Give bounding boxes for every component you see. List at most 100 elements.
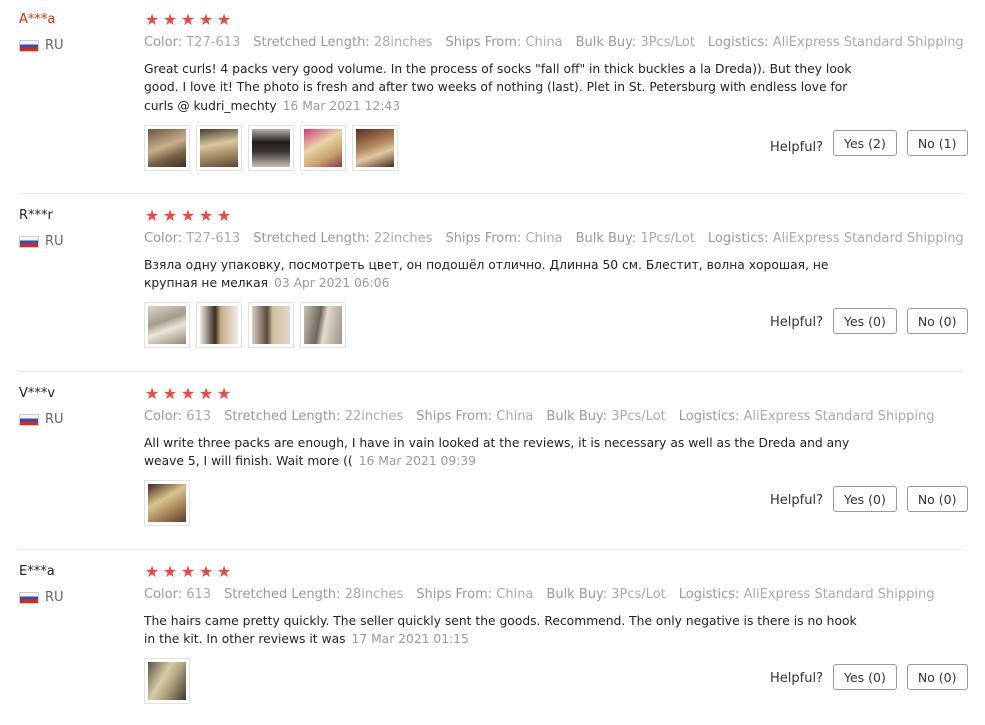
review-text: Great curls! 4 packs very good volume. I… bbox=[144, 60, 864, 115]
reviewer-country: RU bbox=[19, 590, 64, 605]
attr-logistics: Logistics: AliExpress Standard Shipping bbox=[679, 409, 935, 424]
attr-value: 613 bbox=[186, 409, 212, 424]
attr-ships-from: Ships From: China bbox=[416, 587, 533, 602]
star-icon: ★ bbox=[198, 384, 214, 403]
star-icon: ★ bbox=[198, 562, 214, 581]
star-icon: ★ bbox=[162, 10, 178, 29]
helpful-label: Helpful? bbox=[770, 314, 823, 330]
attr-label: Logistics: bbox=[678, 409, 740, 424]
star-icon: ★ bbox=[144, 206, 160, 225]
review-photo-thumbnail[interactable] bbox=[196, 125, 242, 171]
attr-label: Color: bbox=[144, 35, 183, 50]
star-icon: ★ bbox=[180, 206, 196, 225]
order-attributes: Color: T27-613 Stretched Length: 22inche… bbox=[144, 231, 977, 246]
star-icon: ★ bbox=[144, 10, 160, 29]
review-photo-thumbnail[interactable] bbox=[144, 480, 190, 526]
attr-stretched-length: Stretched Length: 28inches bbox=[224, 587, 403, 602]
review-photo-thumbnail[interactable] bbox=[248, 302, 294, 348]
attr-value: 3Pcs/Lot bbox=[640, 35, 695, 50]
star-icon: ★ bbox=[144, 384, 160, 403]
attr-label: Logistics: bbox=[707, 35, 769, 50]
reviewer-name: A***a bbox=[19, 12, 56, 27]
helpful-yes-button[interactable]: Yes (0) bbox=[832, 308, 897, 334]
review-photo-thumbnail[interactable] bbox=[300, 125, 346, 171]
review-divider bbox=[18, 549, 964, 550]
helpful-votes: Helpful? Yes (0) No (0) bbox=[770, 486, 968, 512]
helpful-label: Helpful? bbox=[770, 670, 823, 686]
attr-label: Stretched Length: bbox=[253, 35, 370, 50]
review-photo-thumbnail[interactable] bbox=[300, 302, 346, 348]
attr-value: 28inches bbox=[344, 587, 404, 602]
attr-label: Ships From: bbox=[445, 231, 522, 246]
attr-value: China bbox=[525, 231, 563, 246]
helpful-no-button[interactable]: No (0) bbox=[906, 664, 968, 690]
russia-flag-icon bbox=[19, 235, 39, 248]
attr-label: Ships From: bbox=[445, 35, 522, 50]
attr-label: Stretched Length: bbox=[253, 231, 370, 246]
review-photos bbox=[144, 480, 190, 526]
star-icon: ★ bbox=[216, 10, 232, 29]
helpful-label: Helpful? bbox=[770, 139, 823, 155]
review-photo-thumbnail[interactable] bbox=[144, 658, 190, 704]
attr-label: Logistics: bbox=[678, 587, 740, 602]
attr-logistics: Logistics: AliExpress Standard Shipping bbox=[708, 35, 964, 50]
attr-bulk-buy: Bulk Buy: 1Pcs/Lot bbox=[576, 231, 695, 246]
russia-flag-icon bbox=[19, 591, 39, 604]
review-body: Great curls! 4 packs very good volume. I… bbox=[144, 62, 852, 113]
review-photo-thumbnail[interactable] bbox=[196, 302, 242, 348]
attr-label: Logistics: bbox=[707, 231, 769, 246]
review-date: 17 Mar 2021 01:15 bbox=[351, 632, 469, 647]
attr-ships-from: Ships From: China bbox=[445, 35, 562, 50]
attr-label: Bulk Buy: bbox=[546, 409, 608, 424]
country-code: RU bbox=[45, 234, 64, 249]
review-body: All write three packs are enough, I have… bbox=[144, 436, 850, 469]
helpful-no-button[interactable]: No (0) bbox=[906, 486, 968, 512]
star-icon: ★ bbox=[198, 10, 214, 29]
helpful-no-button[interactable]: No (0) bbox=[906, 308, 968, 334]
reviewer-name: R***r bbox=[19, 208, 53, 223]
attr-label: Color: bbox=[144, 587, 183, 602]
attr-value: 28inches bbox=[373, 35, 433, 50]
review-photo-thumbnail[interactable] bbox=[248, 125, 294, 171]
review-item: V***v RU ★ ★ ★ ★ ★ Color: 613 Stretched … bbox=[0, 386, 985, 550]
attr-bulk-buy: Bulk Buy: 3Pcs/Lot bbox=[546, 587, 665, 602]
star-icon: ★ bbox=[198, 206, 214, 225]
helpful-votes: Helpful? Yes (0) No (0) bbox=[770, 308, 968, 334]
helpful-yes-button[interactable]: Yes (2) bbox=[832, 130, 897, 156]
attr-label: Color: bbox=[144, 231, 183, 246]
attr-label: Stretched Length: bbox=[224, 587, 341, 602]
attr-stretched-length: Stretched Length: 22inches bbox=[224, 409, 403, 424]
review-photos bbox=[144, 658, 190, 704]
review-photo-thumbnail[interactable] bbox=[144, 302, 190, 348]
review-photo-thumbnail[interactable] bbox=[352, 125, 398, 171]
star-rating: ★ ★ ★ ★ ★ bbox=[144, 208, 232, 224]
reviewer-country: RU bbox=[19, 412, 64, 427]
star-icon: ★ bbox=[216, 206, 232, 225]
attr-label: Bulk Buy: bbox=[546, 587, 608, 602]
review-text: The hairs came pretty quickly. The selle… bbox=[144, 612, 864, 649]
review-photos bbox=[144, 302, 346, 348]
reviews-list: A***a RU ★ ★ ★ ★ ★ Color: T27-613 Stretc… bbox=[0, 0, 985, 725]
attr-value: T27-613 bbox=[186, 231, 241, 246]
attr-stretched-length: Stretched Length: 22inches bbox=[253, 231, 432, 246]
attr-label: Bulk Buy: bbox=[575, 231, 637, 246]
review-item: E***a RU ★ ★ ★ ★ ★ Color: 613 Stretched … bbox=[0, 564, 985, 724]
star-icon: ★ bbox=[216, 384, 232, 403]
attr-value: AliExpress Standard Shipping bbox=[743, 409, 935, 424]
review-photo-thumbnail[interactable] bbox=[144, 125, 190, 171]
helpful-yes-button[interactable]: Yes (0) bbox=[832, 486, 897, 512]
attr-label: Ships From: bbox=[416, 409, 493, 424]
attr-value: 22inches bbox=[373, 231, 433, 246]
attr-value: 1Pcs/Lot bbox=[640, 231, 695, 246]
reviewer-name: E***a bbox=[19, 564, 55, 579]
attr-color: Color: T27-613 bbox=[144, 35, 240, 50]
helpful-yes-button[interactable]: Yes (0) bbox=[832, 664, 897, 690]
helpful-no-button[interactable]: No (1) bbox=[906, 130, 968, 156]
attr-label: Color: bbox=[144, 409, 183, 424]
attr-value: 613 bbox=[186, 587, 212, 602]
star-icon: ★ bbox=[144, 562, 160, 581]
attr-value: 22inches bbox=[344, 409, 404, 424]
russia-flag-icon bbox=[19, 413, 39, 426]
star-icon: ★ bbox=[162, 206, 178, 225]
helpful-votes: Helpful? Yes (0) No (0) bbox=[770, 664, 968, 690]
